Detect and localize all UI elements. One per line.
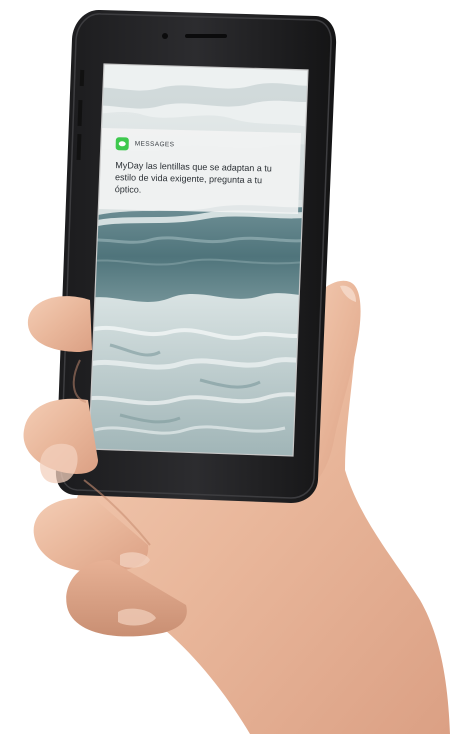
- notification-app-name: MESSAGES: [134, 140, 175, 149]
- notification-message: MyDay las lentillas que se adaptan a tu …: [114, 160, 272, 195]
- hand-holding-phone-illustration: [23, 9, 450, 734]
- notification-header: MESSAGES: [115, 137, 175, 151]
- lock-screen-wallpaper: [89, 64, 308, 456]
- index-finger: [27, 296, 92, 352]
- earpiece: [185, 34, 227, 38]
- speech-bubble-icon: [118, 141, 126, 147]
- front-camera: [162, 33, 168, 39]
- messages-app-icon: [115, 137, 129, 151]
- message-notification[interactable]: MESSAGES MyDay las lentillas que se adap…: [106, 131, 296, 219]
